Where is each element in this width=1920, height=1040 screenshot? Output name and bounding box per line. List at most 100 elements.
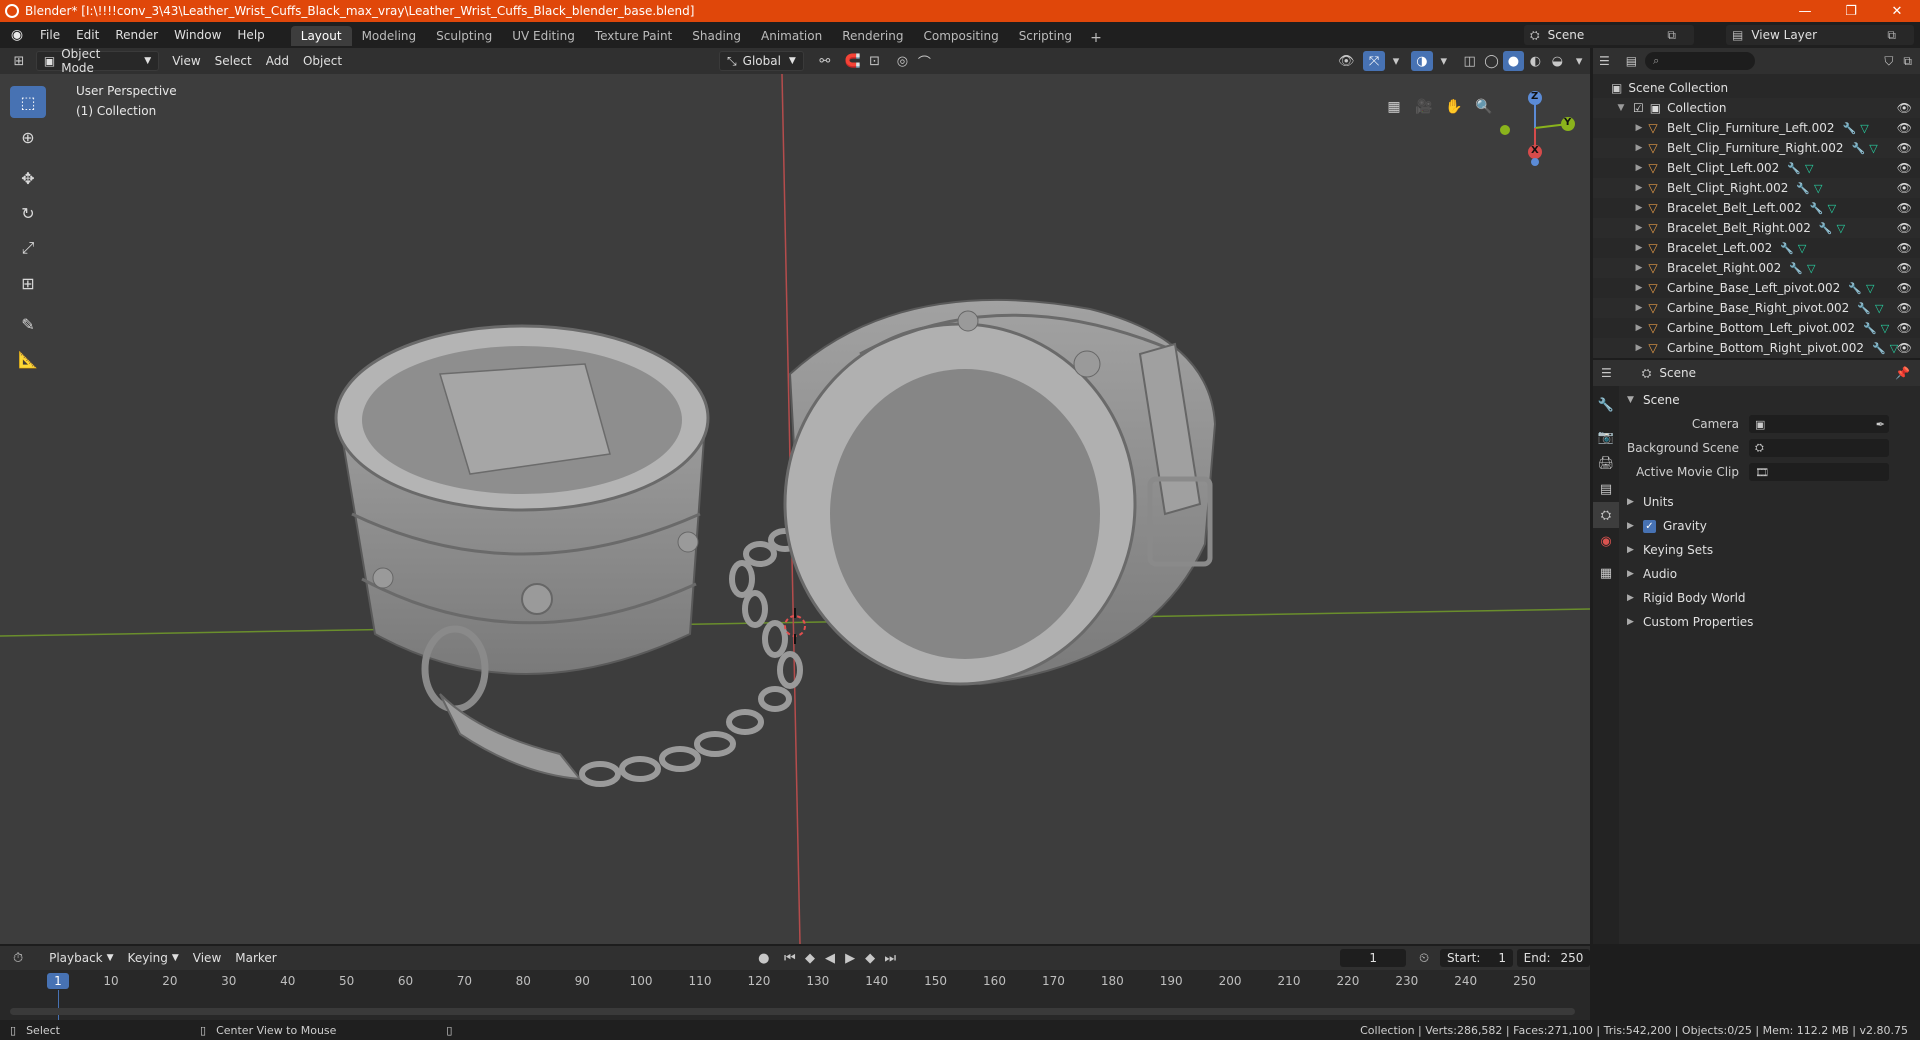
play-icon[interactable]: ▶ (840, 948, 860, 968)
view-layer-selector[interactable]: ▤ View Layer ⧉ (1726, 25, 1914, 45)
transform-orientation-dropdown[interactable]: ⤡ Global ▼ (719, 51, 804, 71)
mesh-icon[interactable]: ▽ (1828, 202, 1836, 215)
scale-tool-icon[interactable]: ⤢ (10, 232, 46, 264)
timeline-scrollbar[interactable] (10, 1008, 1575, 1015)
menu-add[interactable]: Add (259, 51, 296, 71)
expand-arrow-icon[interactable]: ▶ (1633, 343, 1645, 353)
end-frame-field[interactable]: End: 250 (1517, 949, 1591, 967)
wrench-icon[interactable]: 🔧 (1857, 302, 1871, 315)
add-workspace-icon[interactable]: + (1082, 30, 1110, 46)
outliner-object-row[interactable]: ▶ ▽ Carbine_Bottom_Left_pivot.002 🔧 ▽ 👁 (1593, 318, 1920, 338)
eye-icon[interactable]: 👁 (1897, 321, 1912, 335)
shading-dropdown-icon[interactable]: ▾ (1568, 51, 1590, 71)
expand-arrow-icon[interactable]: ▶ (1633, 243, 1645, 253)
measure-tool-icon[interactable]: 📐 (10, 343, 46, 375)
wrench-icon[interactable]: 🔧 (1852, 142, 1866, 155)
outliner-object-row[interactable]: ▶ ▽ Carbine_Bottom_Right_pivot.002 🔧 ▽ 👁 (1593, 338, 1920, 358)
gravity-checkbox[interactable]: ✓ (1643, 519, 1656, 533)
outliner-object-row[interactable]: ▶ ▽ Bracelet_Right.002 🔧 ▽ 👁 (1593, 258, 1920, 278)
outliner-object-row[interactable]: ▶ ▽ Belt_Clipt_Left.002 🔧 ▽ 👁 (1593, 158, 1920, 178)
tab-layout[interactable]: Layout (290, 26, 352, 46)
expand-arrow-icon[interactable]: ▶ (1633, 223, 1645, 233)
eye-icon[interactable]: 👁 (1897, 101, 1912, 115)
active-movie-clip-field[interactable]: 🎞 (1749, 463, 1889, 481)
gizmo-dropdown-icon[interactable]: ▾ (1385, 51, 1407, 71)
menu-help[interactable]: Help (229, 22, 272, 48)
pan-hand-icon[interactable]: ✋ (1441, 94, 1467, 120)
expand-arrow-icon[interactable]: ▶ (1633, 143, 1645, 153)
eye-icon[interactable]: 👁 (1897, 161, 1912, 175)
clock-icon[interactable]: ⏲ (1414, 948, 1434, 968)
wrench-icon[interactable]: 🔧 (1843, 122, 1857, 135)
wrench-icon[interactable]: 🔧 (1796, 182, 1810, 195)
tab-texture-paint[interactable]: Texture Paint (585, 26, 682, 46)
outliner-object-row[interactable]: ▶ ▽ Carbine_Base_Right_pivot.002 🔧 ▽ 👁 (1593, 298, 1920, 318)
mesh-icon[interactable]: ▽ (1875, 302, 1883, 315)
tab-scripting[interactable]: Scripting (1009, 26, 1082, 46)
outliner-object-row[interactable]: ▶ ▽ Belt_Clip_Furniture_Left.002 🔧 ▽ 👁 (1593, 118, 1920, 138)
eye-icon[interactable]: 👁 (1897, 121, 1912, 135)
jump-to-end-icon[interactable]: ⏭ (880, 948, 900, 968)
expand-arrow-icon[interactable]: ▶ (1633, 183, 1645, 193)
units-panel-header[interactable]: ▶ Units (1621, 490, 1918, 514)
eye-icon[interactable]: 👁 (1897, 261, 1912, 275)
collection-row[interactable]: ▼ ☑ ▣ Collection 👁 (1593, 98, 1920, 118)
tab-compositing[interactable]: Compositing (913, 26, 1008, 46)
cursor-tool-icon[interactable]: ⊕ (10, 121, 46, 153)
outliner-editor-icon[interactable]: ☰ (1599, 54, 1610, 68)
solid-shading-icon[interactable]: ● (1502, 51, 1525, 71)
outliner-object-row[interactable]: ▶ ▽ Bracelet_Belt_Left.002 🔧 ▽ 👁 (1593, 198, 1920, 218)
view-layer-tab-icon[interactable]: ▤ (1593, 476, 1619, 502)
rendered-shading-icon[interactable]: ◒ (1546, 51, 1568, 71)
menu-marker[interactable]: Marker (228, 948, 283, 968)
jump-to-keyframe-back-icon[interactable]: ◆ (800, 948, 820, 968)
menu-keying[interactable]: Keying ▼ (121, 948, 186, 968)
checkbox-icon[interactable]: ☑ (1633, 101, 1644, 115)
restore-button[interactable]: ❐ (1828, 0, 1874, 22)
falloff-icon[interactable]: ⌒ (913, 51, 935, 71)
record-icon[interactable]: ● (754, 948, 774, 968)
wrench-icon[interactable]: 🔧 (1863, 322, 1877, 335)
toggle-camera-view-grid-icon[interactable]: ▦ (1381, 94, 1407, 120)
menu-render[interactable]: Render (107, 22, 166, 48)
world-tab-icon[interactable]: ◉ (1593, 528, 1619, 554)
material-shading-icon[interactable]: ◐ (1524, 51, 1546, 71)
outliner-object-row[interactable]: ▶ ▽ Belt_Clipt_Right.002 🔧 ▽ 👁 (1593, 178, 1920, 198)
mesh-icon[interactable]: ▽ (1860, 122, 1868, 135)
filter-icon[interactable]: ⛉ (1884, 54, 1893, 69)
eye-icon[interactable]: 👁 (1897, 241, 1912, 255)
tab-sculpting[interactable]: Sculpting (426, 26, 502, 46)
eye-icon[interactable]: 👁 (1897, 201, 1912, 215)
menu-edit[interactable]: Edit (68, 22, 107, 48)
mesh-icon[interactable]: ▽ (1869, 142, 1877, 155)
tab-uv-editing[interactable]: UV Editing (502, 26, 585, 46)
jump-to-start-icon[interactable]: ⏮ (780, 948, 800, 968)
expand-arrow-icon[interactable]: ▶ (1633, 303, 1645, 313)
texture-tab-icon[interactable]: ▦ (1593, 560, 1619, 586)
menu-timeline-view[interactable]: View (186, 948, 228, 968)
wireframe-shading-icon[interactable]: ◯ (1481, 51, 1503, 71)
eye-icon[interactable]: 👁 (1897, 281, 1912, 295)
outliner-object-row[interactable]: ▶ ▽ Belt_Clip_Furniture_Right.002 🔧 ▽ 👁 (1593, 138, 1920, 158)
expand-arrow-icon[interactable]: ▶ (1633, 163, 1645, 173)
custom-properties-panel-header[interactable]: ▶ Custom Properties (1621, 610, 1918, 634)
keying-sets-panel-header[interactable]: ▶ Keying Sets (1621, 538, 1918, 562)
jump-to-keyframe-forward-icon[interactable]: ◆ (860, 948, 880, 968)
blender-logo-icon[interactable]: ◉ (8, 26, 26, 44)
menu-select[interactable]: Select (208, 51, 259, 71)
outliner-object-row[interactable]: ▶ ▽ Bracelet_Belt_Right.002 🔧 ▽ 👁 (1593, 218, 1920, 238)
wrench-icon[interactable]: 🔧 (1872, 342, 1886, 355)
tab-modeling[interactable]: Modeling (352, 26, 427, 46)
mesh-icon[interactable]: ▽ (1837, 222, 1845, 235)
expand-arrow-icon[interactable]: ▶ (1633, 283, 1645, 293)
menu-object[interactable]: Object (296, 51, 349, 71)
3d-viewport[interactable]: User Perspective (1) Collection Z Y X ▦ … (0, 74, 1590, 944)
close-button[interactable]: ✕ (1874, 0, 1920, 22)
gizmo-toggle-icon[interactable]: ⤧ (1363, 51, 1386, 71)
pin-icon[interactable]: 📌 (1895, 366, 1910, 380)
mesh-icon[interactable]: ▽ (1805, 162, 1813, 175)
snap-target-icon[interactable]: ⊡ (864, 51, 886, 71)
menu-window[interactable]: Window (166, 22, 229, 48)
menu-view[interactable]: View (165, 51, 207, 71)
new-collection-icon[interactable]: ⧉ (1903, 54, 1912, 69)
